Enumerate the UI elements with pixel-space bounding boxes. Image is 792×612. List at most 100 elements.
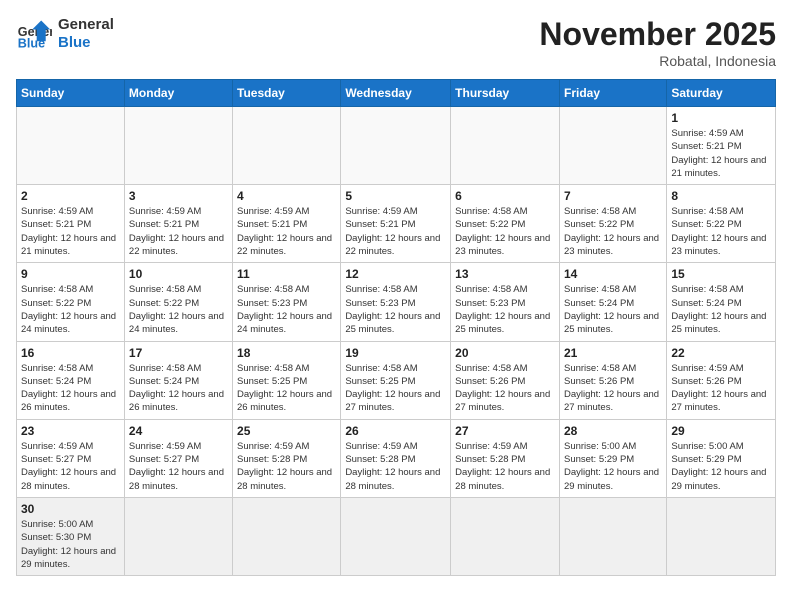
day-number: 7 bbox=[564, 189, 662, 203]
day-info: Sunrise: 4:58 AM Sunset: 5:22 PM Dayligh… bbox=[21, 283, 120, 336]
calendar-cell: 9 Sunrise: 4:58 AM Sunset: 5:22 PM Daylig… bbox=[17, 263, 125, 341]
calendar-cell: 5Sunrise: 4:59 AM Sunset: 5:21 PM Daylig… bbox=[341, 185, 451, 263]
calendar-cell: 8 Sunrise: 4:58 AM Sunset: 5:22 PM Daylig… bbox=[667, 185, 776, 263]
calendar-header: SundayMondayTuesdayWednesdayThursdayFrid… bbox=[17, 80, 776, 107]
day-info: Sunrise: 4:58 AM Sunset: 5:22 PM Dayligh… bbox=[129, 283, 228, 336]
weekday-friday: Friday bbox=[559, 80, 666, 107]
logo-icon: General Blue bbox=[16, 16, 52, 52]
calendar-subtitle: Robatal, Indonesia bbox=[539, 53, 776, 69]
day-info: Sunrise: 4:58 AM Sunset: 5:26 PM Dayligh… bbox=[455, 362, 555, 415]
day-info: Sunrise: 4:58 AM Sunset: 5:23 PM Dayligh… bbox=[237, 283, 336, 336]
day-number: 9 bbox=[21, 267, 120, 281]
day-info: Sunrise: 4:58 AM Sunset: 5:23 PM Dayligh… bbox=[345, 283, 446, 336]
day-number: 24 bbox=[129, 424, 228, 438]
weekday-thursday: Thursday bbox=[451, 80, 560, 107]
day-info: Sunrise: 4:58 AM Sunset: 5:24 PM Dayligh… bbox=[564, 283, 662, 336]
calendar-cell: 21 Sunrise: 4:58 AM Sunset: 5:26 PM Dayli… bbox=[559, 341, 666, 419]
day-number: 16 bbox=[21, 346, 120, 360]
day-info: Sunrise: 4:58 AM Sunset: 5:22 PM Dayligh… bbox=[455, 205, 555, 258]
calendar-cell: 3Sunrise: 4:59 AM Sunset: 5:21 PM Daylig… bbox=[124, 185, 232, 263]
calendar-cell bbox=[667, 497, 776, 575]
day-number: 8 bbox=[671, 189, 771, 203]
calendar-cell: 23 Sunrise: 4:59 AM Sunset: 5:27 PM Dayli… bbox=[17, 419, 125, 497]
calendar-cell: 12 Sunrise: 4:58 AM Sunset: 5:23 PM Dayli… bbox=[341, 263, 451, 341]
day-number: 21 bbox=[564, 346, 662, 360]
calendar-cell bbox=[451, 107, 560, 185]
day-info: Sunrise: 4:58 AM Sunset: 5:26 PM Dayligh… bbox=[564, 362, 662, 415]
calendar-week-2: 9 Sunrise: 4:58 AM Sunset: 5:22 PM Daylig… bbox=[17, 263, 776, 341]
day-info: Sunrise: 4:59 AM Sunset: 5:28 PM Dayligh… bbox=[345, 440, 446, 493]
day-number: 26 bbox=[345, 424, 446, 438]
day-number: 2 bbox=[21, 189, 120, 203]
day-info: Sunrise: 4:59 AM Sunset: 5:27 PM Dayligh… bbox=[129, 440, 228, 493]
day-info: Sunrise: 4:59 AM Sunset: 5:28 PM Dayligh… bbox=[237, 440, 336, 493]
calendar-cell: 15 Sunrise: 4:58 AM Sunset: 5:24 PM Dayli… bbox=[667, 263, 776, 341]
day-info: Sunrise: 4:59 AM Sunset: 5:27 PM Dayligh… bbox=[21, 440, 120, 493]
day-info: Sunrise: 4:58 AM Sunset: 5:24 PM Dayligh… bbox=[129, 362, 228, 415]
day-number: 15 bbox=[671, 267, 771, 281]
logo-blue: Blue bbox=[58, 34, 114, 52]
calendar-cell bbox=[17, 107, 125, 185]
day-number: 11 bbox=[237, 267, 336, 281]
day-info: Sunrise: 4:58 AM Sunset: 5:24 PM Dayligh… bbox=[21, 362, 120, 415]
day-number: 4 bbox=[237, 189, 336, 203]
calendar-cell: 26 Sunrise: 4:59 AM Sunset: 5:28 PM Dayli… bbox=[341, 419, 451, 497]
logo-general: General bbox=[58, 16, 114, 34]
calendar-cell: 13 Sunrise: 4:58 AM Sunset: 5:23 PM Dayli… bbox=[451, 263, 560, 341]
weekday-monday: Monday bbox=[124, 80, 232, 107]
day-number: 13 bbox=[455, 267, 555, 281]
day-info: Sunrise: 4:58 AM Sunset: 5:23 PM Dayligh… bbox=[455, 283, 555, 336]
calendar-title-area: November 2025 Robatal, Indonesia bbox=[539, 16, 776, 69]
calendar-cell: 30 Sunrise: 5:00 AM Sunset: 5:30 PM Dayli… bbox=[17, 497, 125, 575]
calendar-cell bbox=[341, 107, 451, 185]
calendar-cell: 2 Sunrise: 4:59 AM Sunset: 5:21 PM Daylig… bbox=[17, 185, 125, 263]
calendar-cell: 6 Sunrise: 4:58 AM Sunset: 5:22 PM Daylig… bbox=[451, 185, 560, 263]
logo: General Blue General Blue bbox=[16, 16, 114, 52]
calendar-cell bbox=[124, 107, 232, 185]
calendar-week-4: 23 Sunrise: 4:59 AM Sunset: 5:27 PM Dayli… bbox=[17, 419, 776, 497]
calendar-table: SundayMondayTuesdayWednesdayThursdayFrid… bbox=[16, 79, 776, 576]
page-header: General Blue General Blue November 2025 … bbox=[16, 16, 776, 69]
calendar-week-3: 16 Sunrise: 4:58 AM Sunset: 5:24 PM Dayli… bbox=[17, 341, 776, 419]
day-info: Sunrise: 5:00 AM Sunset: 5:29 PM Dayligh… bbox=[671, 440, 771, 493]
calendar-week-1: 2 Sunrise: 4:59 AM Sunset: 5:21 PM Daylig… bbox=[17, 185, 776, 263]
day-number: 12 bbox=[345, 267, 446, 281]
day-info: Sunrise: 4:58 AM Sunset: 5:22 PM Dayligh… bbox=[671, 205, 771, 258]
day-number: 10 bbox=[129, 267, 228, 281]
calendar-cell: 27Sunrise: 4:59 AM Sunset: 5:28 PM Dayli… bbox=[451, 419, 560, 497]
day-info: Sunrise: 4:59 AM Sunset: 5:21 PM Dayligh… bbox=[671, 127, 771, 180]
day-number: 6 bbox=[455, 189, 555, 203]
calendar-week-0: 1Sunrise: 4:59 AM Sunset: 5:21 PM Daylig… bbox=[17, 107, 776, 185]
day-number: 19 bbox=[345, 346, 446, 360]
day-info: Sunrise: 5:00 AM Sunset: 5:29 PM Dayligh… bbox=[564, 440, 662, 493]
day-number: 5 bbox=[345, 189, 446, 203]
day-number: 28 bbox=[564, 424, 662, 438]
day-info: Sunrise: 4:59 AM Sunset: 5:26 PM Dayligh… bbox=[671, 362, 771, 415]
calendar-cell: 11 Sunrise: 4:58 AM Sunset: 5:23 PM Dayli… bbox=[233, 263, 341, 341]
calendar-cell bbox=[559, 107, 666, 185]
day-number: 22 bbox=[671, 346, 771, 360]
calendar-cell: 1Sunrise: 4:59 AM Sunset: 5:21 PM Daylig… bbox=[667, 107, 776, 185]
day-number: 17 bbox=[129, 346, 228, 360]
day-number: 18 bbox=[237, 346, 336, 360]
calendar-cell bbox=[451, 497, 560, 575]
calendar-cell: 17 Sunrise: 4:58 AM Sunset: 5:24 PM Dayli… bbox=[124, 341, 232, 419]
day-number: 30 bbox=[21, 502, 120, 516]
weekday-header-row: SundayMondayTuesdayWednesdayThursdayFrid… bbox=[17, 80, 776, 107]
day-number: 23 bbox=[21, 424, 120, 438]
day-info: Sunrise: 4:59 AM Sunset: 5:21 PM Dayligh… bbox=[237, 205, 336, 258]
day-number: 3 bbox=[129, 189, 228, 203]
calendar-cell: 7 Sunrise: 4:58 AM Sunset: 5:22 PM Daylig… bbox=[559, 185, 666, 263]
day-info: Sunrise: 5:00 AM Sunset: 5:30 PM Dayligh… bbox=[21, 518, 120, 571]
day-info: Sunrise: 4:59 AM Sunset: 5:28 PM Dayligh… bbox=[455, 440, 555, 493]
day-info: Sunrise: 4:58 AM Sunset: 5:24 PM Dayligh… bbox=[671, 283, 771, 336]
calendar-title: November 2025 bbox=[539, 16, 776, 53]
calendar-cell bbox=[341, 497, 451, 575]
calendar-cell: 19Sunrise: 4:58 AM Sunset: 5:25 PM Dayli… bbox=[341, 341, 451, 419]
calendar-cell bbox=[124, 497, 232, 575]
day-info: Sunrise: 4:58 AM Sunset: 5:22 PM Dayligh… bbox=[564, 205, 662, 258]
weekday-tuesday: Tuesday bbox=[233, 80, 341, 107]
day-info: Sunrise: 4:59 AM Sunset: 5:21 PM Dayligh… bbox=[21, 205, 120, 258]
calendar-cell: 29Sunrise: 5:00 AM Sunset: 5:29 PM Dayli… bbox=[667, 419, 776, 497]
calendar-cell: 28 Sunrise: 5:00 AM Sunset: 5:29 PM Dayli… bbox=[559, 419, 666, 497]
